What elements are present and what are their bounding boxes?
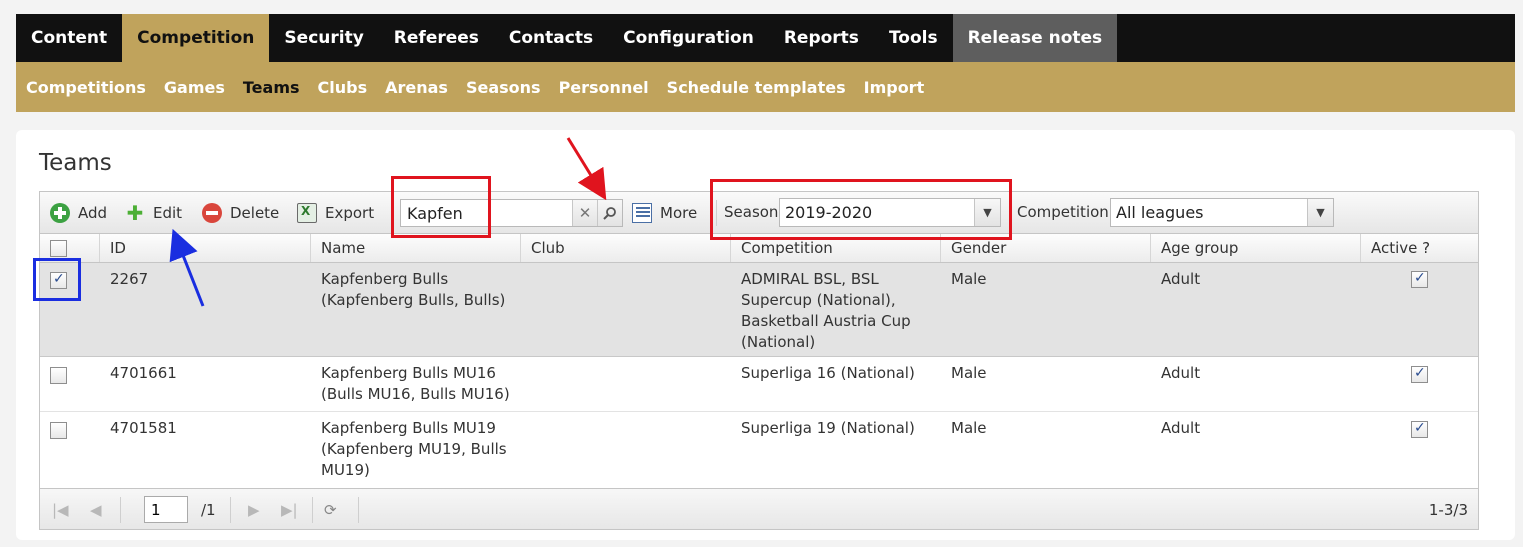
- cell-id: 2267: [110, 270, 149, 288]
- cell-age-group: Adult: [1161, 419, 1201, 437]
- cell-name-line: Kapfenberg Bulls MU19: [321, 419, 496, 437]
- active-checkbox[interactable]: [1411, 365, 1428, 383]
- nav-item-competition[interactable]: Competition: [122, 14, 270, 62]
- column-header-age-group[interactable]: Age group: [1151, 234, 1361, 262]
- sub-nav: Competitions Games Teams Clubs Arenas Se…: [16, 62, 1515, 112]
- cell-name-line: (Kapfenberg Bulls, Bulls): [321, 291, 506, 309]
- add-button[interactable]: Add: [50, 200, 107, 226]
- main-nav: Content Competition Security Referees Co…: [16, 14, 1515, 62]
- edit-label: Edit: [153, 204, 183, 222]
- cell-name: Kapfenberg Bulls MU16 (Bulls MU16, Bulls…: [321, 363, 510, 405]
- excel-icon: [297, 203, 317, 223]
- edit-button[interactable]: ✚ Edit: [125, 200, 182, 226]
- nav-item-tools[interactable]: Tools: [874, 14, 953, 62]
- pagination-bar: |◀ ◀ /1 ▶ ▶| ⟳ 1-3/3: [40, 488, 1478, 529]
- cell-gender: Male: [951, 270, 987, 288]
- nav-item-contacts[interactable]: Contacts: [494, 14, 608, 62]
- add-label: Add: [78, 204, 108, 222]
- refresh-icon[interactable]: ⟳: [324, 501, 337, 519]
- annotation-box-search: [391, 176, 491, 238]
- active-checkbox[interactable]: [1411, 270, 1428, 288]
- pager-separator: [358, 497, 359, 523]
- column-header-id[interactable]: ID: [100, 234, 311, 262]
- subnav-item-competitions[interactable]: Competitions: [26, 78, 146, 97]
- delete-icon: [202, 203, 222, 223]
- nav-item-referees[interactable]: Referees: [379, 14, 494, 62]
- cell-name: Kapfenberg Bulls MU19 (Kapfenberg MU19, …: [321, 418, 507, 481]
- page-number-input[interactable]: [144, 496, 188, 523]
- cell-name-line: (Kapfenberg MU19, Bulls: [321, 440, 507, 458]
- cell-age-group: Adult: [1161, 270, 1201, 288]
- export-label: Export: [325, 204, 375, 222]
- cell-age-group: Adult: [1161, 364, 1201, 382]
- page-total: /1: [201, 501, 216, 519]
- nav-item-security[interactable]: Security: [269, 14, 378, 62]
- export-button[interactable]: Export: [297, 200, 374, 226]
- cell-id: 4701581: [110, 419, 177, 437]
- cell-competition: ADMIRAL BSL, BSL Supercup (National), Ba…: [741, 269, 911, 353]
- more-button[interactable]: More: [632, 200, 697, 226]
- subnav-item-games[interactable]: Games: [164, 78, 225, 97]
- cell-competition-line: Basketball Austria Cup: [741, 312, 911, 330]
- cell-competition: Superliga 16 (National): [741, 364, 915, 382]
- nav-item-reports[interactable]: Reports: [769, 14, 874, 62]
- puzzle-icon: ✚: [126, 201, 144, 225]
- column-header-name[interactable]: Name: [311, 234, 521, 262]
- nav-item-content[interactable]: Content: [16, 14, 122, 62]
- cell-name-line: MU19): [321, 461, 370, 479]
- cell-id: 4701661: [110, 364, 177, 382]
- annotation-box-checkbox: [33, 258, 81, 301]
- pager-separator: [312, 497, 313, 523]
- cell-gender: Male: [951, 364, 987, 382]
- cell-competition: Superliga 19 (National): [741, 419, 915, 437]
- nav-item-release-notes[interactable]: Release notes: [952, 14, 1118, 62]
- cell-competition-line: Supercup (National),: [741, 291, 896, 309]
- subnav-item-teams[interactable]: Teams: [243, 78, 300, 97]
- last-page-icon[interactable]: ▶|: [281, 501, 298, 519]
- pager-separator: [230, 497, 231, 523]
- page-title: Teams: [39, 150, 112, 176]
- subnav-item-seasons[interactable]: Seasons: [466, 78, 541, 97]
- table-row[interactable]: 4701661 Kapfenberg Bulls MU16 (Bulls MU1…: [40, 357, 1478, 412]
- subnav-item-personnel[interactable]: Personnel: [559, 78, 649, 97]
- subnav-item-arenas[interactable]: Arenas: [385, 78, 448, 97]
- table-row[interactable]: 4701581 Kapfenberg Bulls MU19 (Kapfenber…: [40, 412, 1478, 488]
- cell-name: Kapfenberg Bulls (Kapfenberg Bulls, Bull…: [321, 269, 505, 311]
- cell-name-line: (Bulls MU16, Bulls MU16): [321, 385, 510, 403]
- delete-button[interactable]: Delete: [202, 200, 279, 226]
- column-header-club[interactable]: Club: [521, 234, 731, 262]
- delete-label: Delete: [230, 204, 280, 222]
- subnav-item-import[interactable]: Import: [864, 78, 925, 97]
- first-page-icon[interactable]: |◀: [52, 501, 69, 519]
- active-checkbox[interactable]: [1411, 420, 1428, 438]
- pager-separator: [120, 497, 121, 523]
- competition-value: All leagues: [1116, 203, 1204, 222]
- column-header-active[interactable]: Active ?: [1361, 234, 1478, 262]
- select-all-checkbox[interactable]: [50, 240, 67, 257]
- subnav-item-clubs[interactable]: Clubs: [318, 78, 368, 97]
- more-label: More: [660, 204, 698, 222]
- annotation-box-season: [710, 179, 1012, 240]
- list-icon: [632, 203, 652, 223]
- chevron-down-icon[interactable]: ▼: [1307, 199, 1333, 226]
- add-icon: [50, 203, 70, 223]
- nav-item-configuration[interactable]: Configuration: [608, 14, 769, 62]
- row-checkbox[interactable]: [50, 422, 67, 439]
- row-checkbox[interactable]: [50, 367, 67, 384]
- record-count: 1-3/3: [1428, 501, 1468, 519]
- competition-select[interactable]: All leagues ▼: [1110, 198, 1334, 227]
- cell-name-line: Kapfenberg Bulls: [321, 270, 449, 288]
- table-row[interactable]: 2267 Kapfenberg Bulls (Kapfenberg Bulls,…: [40, 263, 1478, 357]
- cell-competition-line: ADMIRAL BSL, BSL: [741, 270, 879, 288]
- next-page-icon[interactable]: ▶: [248, 501, 260, 519]
- cell-gender: Male: [951, 419, 987, 437]
- prev-page-icon[interactable]: ◀: [90, 501, 102, 519]
- search-icon[interactable]: [597, 200, 622, 226]
- competition-label: Competition: [1017, 203, 1109, 221]
- cell-name-line: Kapfenberg Bulls MU16: [321, 364, 496, 382]
- subnav-item-schedule-templates[interactable]: Schedule templates: [667, 78, 846, 97]
- cell-competition-line: (National): [741, 333, 816, 351]
- teams-grid: Add ✚ Edit Delete Export ✕: [39, 191, 1479, 530]
- close-icon[interactable]: ✕: [572, 200, 597, 226]
